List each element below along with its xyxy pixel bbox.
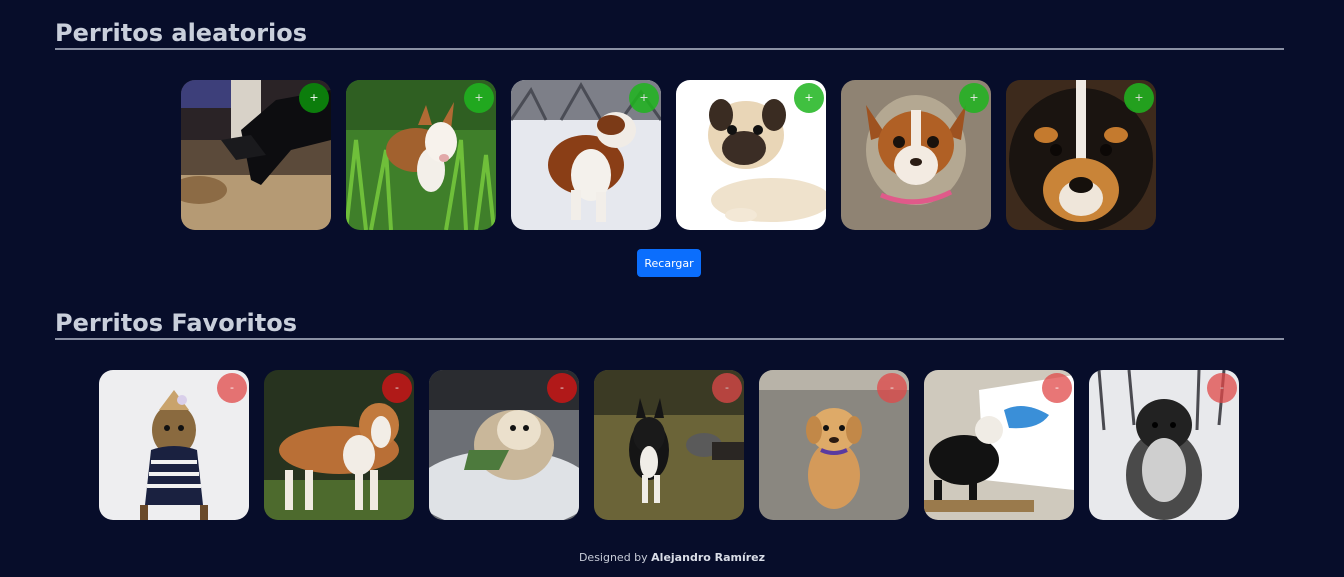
remove-favorite-button[interactable]: - xyxy=(1042,373,1072,403)
remove-favorite-button[interactable]: - xyxy=(382,373,412,403)
add-favorite-button[interactable]: + xyxy=(1124,83,1154,113)
favorite-dog-card: - xyxy=(759,370,909,520)
random-dogs-row: + + + + + + xyxy=(181,80,1156,230)
favorite-dog-card: - xyxy=(429,370,579,520)
add-favorite-button[interactable]: + xyxy=(464,83,494,113)
random-dog-card: + xyxy=(841,80,991,230)
remove-favorite-button[interactable]: - xyxy=(712,373,742,403)
add-favorite-button[interactable]: + xyxy=(959,83,989,113)
add-favorite-button[interactable]: + xyxy=(629,83,659,113)
remove-favorite-button[interactable]: - xyxy=(877,373,907,403)
random-dog-card: + xyxy=(1006,80,1156,230)
favorite-dog-card: - xyxy=(99,370,249,520)
page: Perritos aleatorios + + + + + + Recargar… xyxy=(0,0,1344,577)
add-favorite-button[interactable]: + xyxy=(299,83,329,113)
favorite-dog-card: - xyxy=(1089,370,1239,520)
footer-prefix: Designed by xyxy=(578,551,648,564)
add-favorite-button[interactable]: + xyxy=(794,83,824,113)
remove-favorite-button[interactable]: - xyxy=(1207,373,1237,403)
favorite-dog-card: - xyxy=(594,370,744,520)
favorite-dogs-row: - - - - - - - xyxy=(99,370,1239,520)
favorite-dog-card: - xyxy=(264,370,414,520)
random-dog-card: + xyxy=(676,80,826,230)
random-dog-card: + xyxy=(181,80,331,230)
random-section-title: Perritos aleatorios xyxy=(55,18,1284,50)
favorites-section-title: Perritos Favoritos xyxy=(55,308,1284,340)
random-dog-card: + xyxy=(511,80,661,230)
footer-author: Alejandro Ramírez xyxy=(651,551,766,564)
random-dog-card: + xyxy=(346,80,496,230)
footer: Designed by Alejandro Ramírez xyxy=(0,551,1344,564)
remove-favorite-button[interactable]: - xyxy=(547,373,577,403)
reload-button[interactable]: Recargar xyxy=(637,249,701,277)
favorite-dog-card: - xyxy=(924,370,1074,520)
remove-favorite-button[interactable]: - xyxy=(217,373,247,403)
